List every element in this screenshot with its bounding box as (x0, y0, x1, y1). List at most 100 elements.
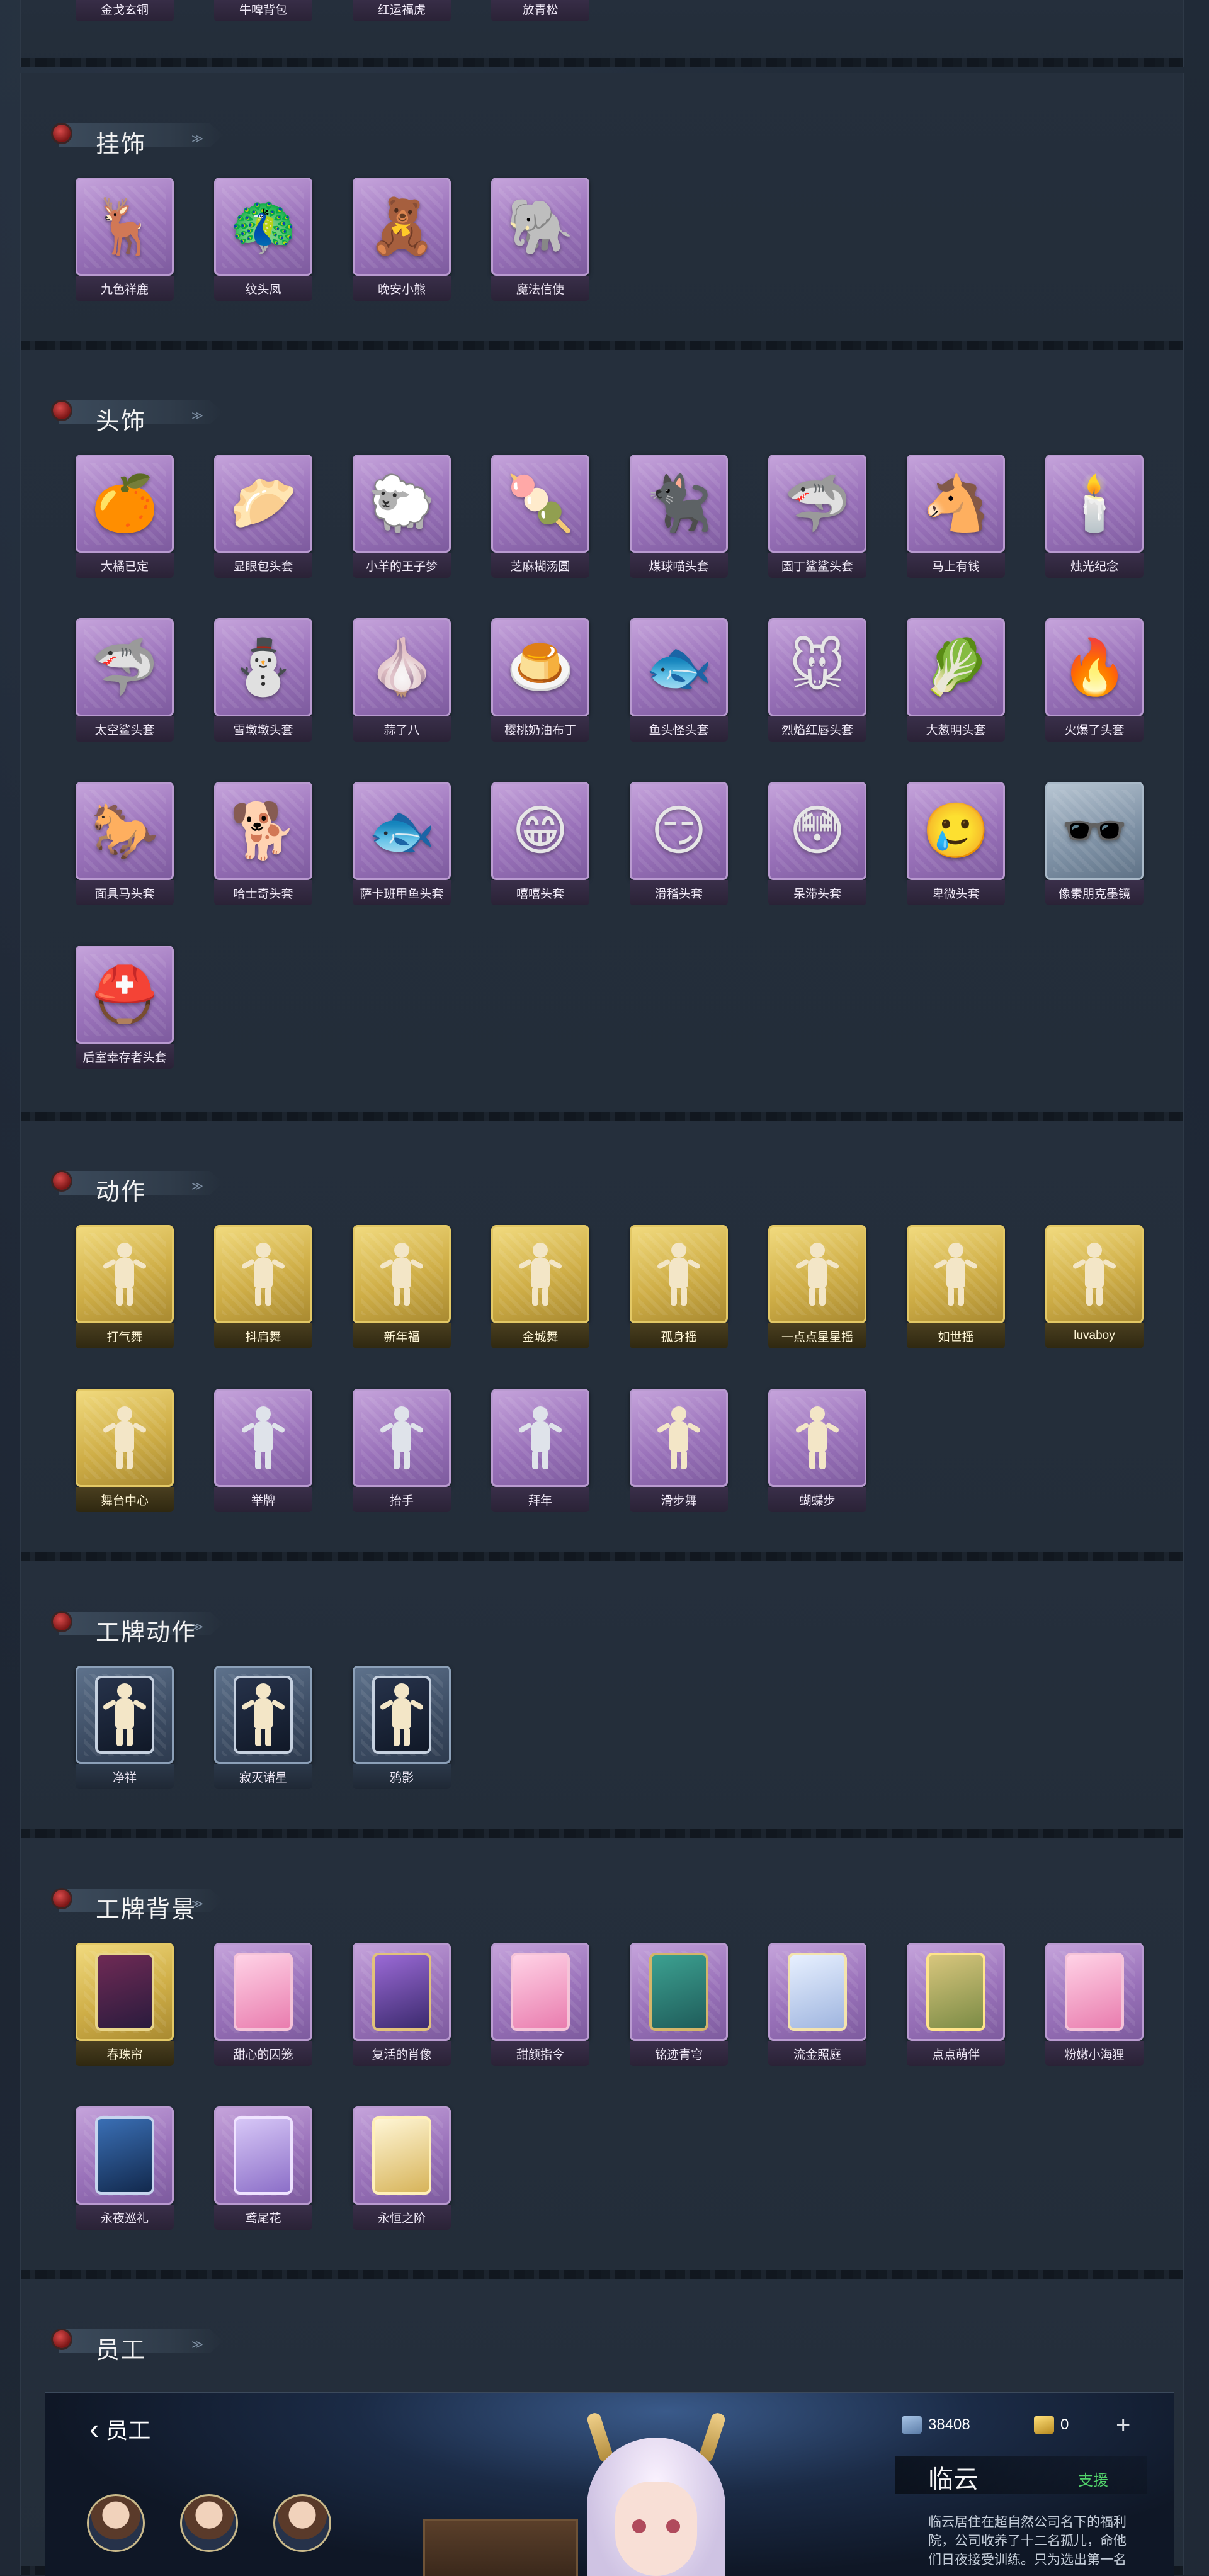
section-title: 头饰 (96, 407, 147, 435)
card-background-icon (1065, 1953, 1124, 2031)
item-label: 鸦影 (353, 1764, 451, 1789)
item-card[interactable]: 打气舞 (76, 1225, 174, 1348)
pose-icon (102, 1243, 147, 1306)
item-card[interactable]: 点点萌伴 (907, 1943, 1005, 2066)
item-card[interactable]: 🦈 園丁鲨鲨头套 (768, 455, 866, 578)
item-card[interactable]: 😏 滑稽头套 (630, 782, 728, 905)
avatar[interactable] (87, 2494, 145, 2552)
item-card[interactable]: 举牌 (214, 1389, 312, 1512)
pose-icon (102, 1683, 147, 1746)
grin-icon: 😁 (512, 801, 569, 861)
item-card[interactable]: 🦌 九色祥鹿 (76, 178, 174, 301)
item-label: 面具马头套 (76, 880, 174, 905)
item-card[interactable]: 抖肩舞 (214, 1225, 312, 1348)
item-card[interactable]: 滑步舞 (630, 1389, 728, 1512)
item-card[interactable]: 🍮 樱桃奶油布丁 (491, 618, 589, 742)
item-card[interactable]: 甜颜指令 (491, 1943, 589, 2066)
item-card[interactable]: 春珠帘 (76, 1943, 174, 2066)
item-card[interactable]: 🐎 面具马头套 (76, 782, 174, 905)
item-card[interactable]: 永恒之阶 (353, 2106, 451, 2230)
item-label: 煤球喵头套 (630, 553, 728, 578)
item-label: 蝴蝶步 (768, 1487, 866, 1512)
pudding-icon: 🍮 (506, 637, 574, 698)
item-card[interactable]: 金城舞 (491, 1225, 589, 1348)
item-card[interactable]: 🐘 魔法信使 (491, 178, 589, 301)
item-card[interactable]: 🧸 晚安小熊 (353, 178, 451, 301)
ribbon-deco-icon: ≫ (191, 1897, 203, 1910)
item-card[interactable]: 拜年 (491, 1389, 589, 1512)
item-card[interactable]: luvaboy (1045, 1225, 1144, 1348)
item-card[interactable]: 鸢尾花 (214, 2106, 312, 2230)
item-card[interactable]: 如世摇 (907, 1225, 1005, 1348)
item-card[interactable]: 孤身摇 (630, 1225, 728, 1348)
item-card[interactable]: 🦈 太空鲨头套 (76, 618, 174, 742)
pose-icon (241, 1406, 286, 1469)
back-button[interactable]: ‹ 员工 (89, 2412, 150, 2445)
item-card[interactable]: 🥬 大葱明头套 (907, 618, 1005, 742)
character-face (615, 2482, 697, 2576)
item-card[interactable]: 🕯️ 烛光纪念 (1045, 455, 1144, 578)
card-background-icon (95, 1953, 154, 2031)
orange-icon: 🍊 (91, 473, 159, 534)
item-card[interactable]: 🐟 鱼头怪头套 (630, 618, 728, 742)
item-thumbnail: 🔥 (1045, 618, 1144, 716)
item-card[interactable]: 🔥 火爆了头套 (1045, 618, 1144, 742)
avatar[interactable] (180, 2494, 238, 2552)
section-pendant: 挂饰 ≫ 🦌 九色祥鹿 🦚 纹头凤 🧸 晚安小熊 🐘 魔法信使 (20, 73, 1184, 350)
item-card[interactable]: 蝴蝶步 (768, 1389, 866, 1512)
item-card[interactable]: 铭迹青穹 (630, 1943, 728, 2066)
item-card[interactable]: 🐴 马上有钱 (907, 455, 1005, 578)
item-label: 永恒之阶 (353, 2205, 451, 2230)
item-card[interactable]: 🥲 卑微头套 (907, 782, 1005, 905)
item-label: 寂灭诸星 (214, 1764, 312, 1789)
item-label: 鱼头怪头套 (630, 716, 728, 742)
item-thumbnail: 🍡 (491, 455, 589, 553)
item-card[interactable]: 新年福 (353, 1225, 451, 1348)
card-background-icon (788, 1953, 847, 2031)
pin-icon (53, 125, 71, 142)
item-card[interactable]: 🍊 大橘已定 (76, 455, 174, 578)
item-card[interactable]: 🐟 萨卡班甲鱼头套 (353, 782, 451, 905)
item-card[interactable]: 🐕 哈士奇头套 (214, 782, 312, 905)
item-card[interactable]: 甜心的囚笼 (214, 1943, 312, 2066)
item-card[interactable]: 🐈‍⬛ 煤球喵头套 (630, 455, 728, 578)
item-card[interactable]: 🐑 小羊的王子梦 (353, 455, 451, 578)
item-label: 净祥 (76, 1764, 174, 1789)
item-thumbnail (907, 1225, 1005, 1323)
badge-icon (372, 1676, 431, 1754)
item-card[interactable]: ⛄ 雪墩墩头套 (214, 618, 312, 742)
item-card[interactable]: 🐭 烈焰红唇头套 (768, 618, 866, 742)
item-card[interactable]: 舞台中心 (76, 1389, 174, 1512)
item-card[interactable]: 抬手 (353, 1389, 451, 1512)
item-card[interactable]: 永夜巡礼 (76, 2106, 174, 2230)
item-card[interactable]: 🍡 芝麻糊汤圆 (491, 455, 589, 578)
item-card[interactable]: 😁 嘻嘻头套 (491, 782, 589, 905)
item-card[interactable]: 🧄 蒜了八 (353, 618, 451, 742)
card-background-icon (372, 2116, 431, 2195)
shark-icon: 🦈 (783, 473, 851, 534)
item-card[interactable]: 🦚 纹头凤 (214, 178, 312, 301)
dazed-icon: 😳 (789, 801, 846, 861)
item-card[interactable]: 净祥 (76, 1666, 174, 1789)
add-currency-button[interactable]: + (1116, 2411, 1130, 2439)
item-thumbnail (768, 1943, 866, 2041)
item-card[interactable]: 粉嫩小海狸 (1045, 1943, 1144, 2066)
item-card[interactable]: ⛑️ 后室幸存者头套 (76, 946, 174, 1069)
item-card[interactable]: 鸦影 (353, 1666, 451, 1789)
item-card[interactable]: 寂灭诸星 (214, 1666, 312, 1789)
item-label: 永夜巡礼 (76, 2205, 174, 2230)
item-card[interactable]: 流金照庭 (768, 1943, 866, 2066)
item-card[interactable]: 🕶️ 像素朋克墨镜 (1045, 782, 1144, 905)
card-background-icon (234, 2116, 293, 2195)
avatar[interactable] (273, 2494, 331, 2552)
item-thumbnail (353, 1389, 451, 1487)
item-card[interactable]: 一点点星星摇 (768, 1225, 866, 1348)
item-card[interactable]: 😳 呆滞头套 (768, 782, 866, 905)
ribbon-deco-icon: ≫ (191, 132, 203, 145)
pose-icon (241, 1243, 286, 1306)
pose-icon (241, 1683, 286, 1746)
item-card[interactable]: 复活的肖像 (353, 1943, 451, 2066)
item-card[interactable]: 🥟 显眼包头套 (214, 455, 312, 578)
character-description: 临云居住在超自然公司名下的福利院，公司收养了十二名孤儿，命他们日夜接受训练。只为… (928, 2515, 1127, 2567)
item-thumbnail: 🥲 (907, 782, 1005, 880)
